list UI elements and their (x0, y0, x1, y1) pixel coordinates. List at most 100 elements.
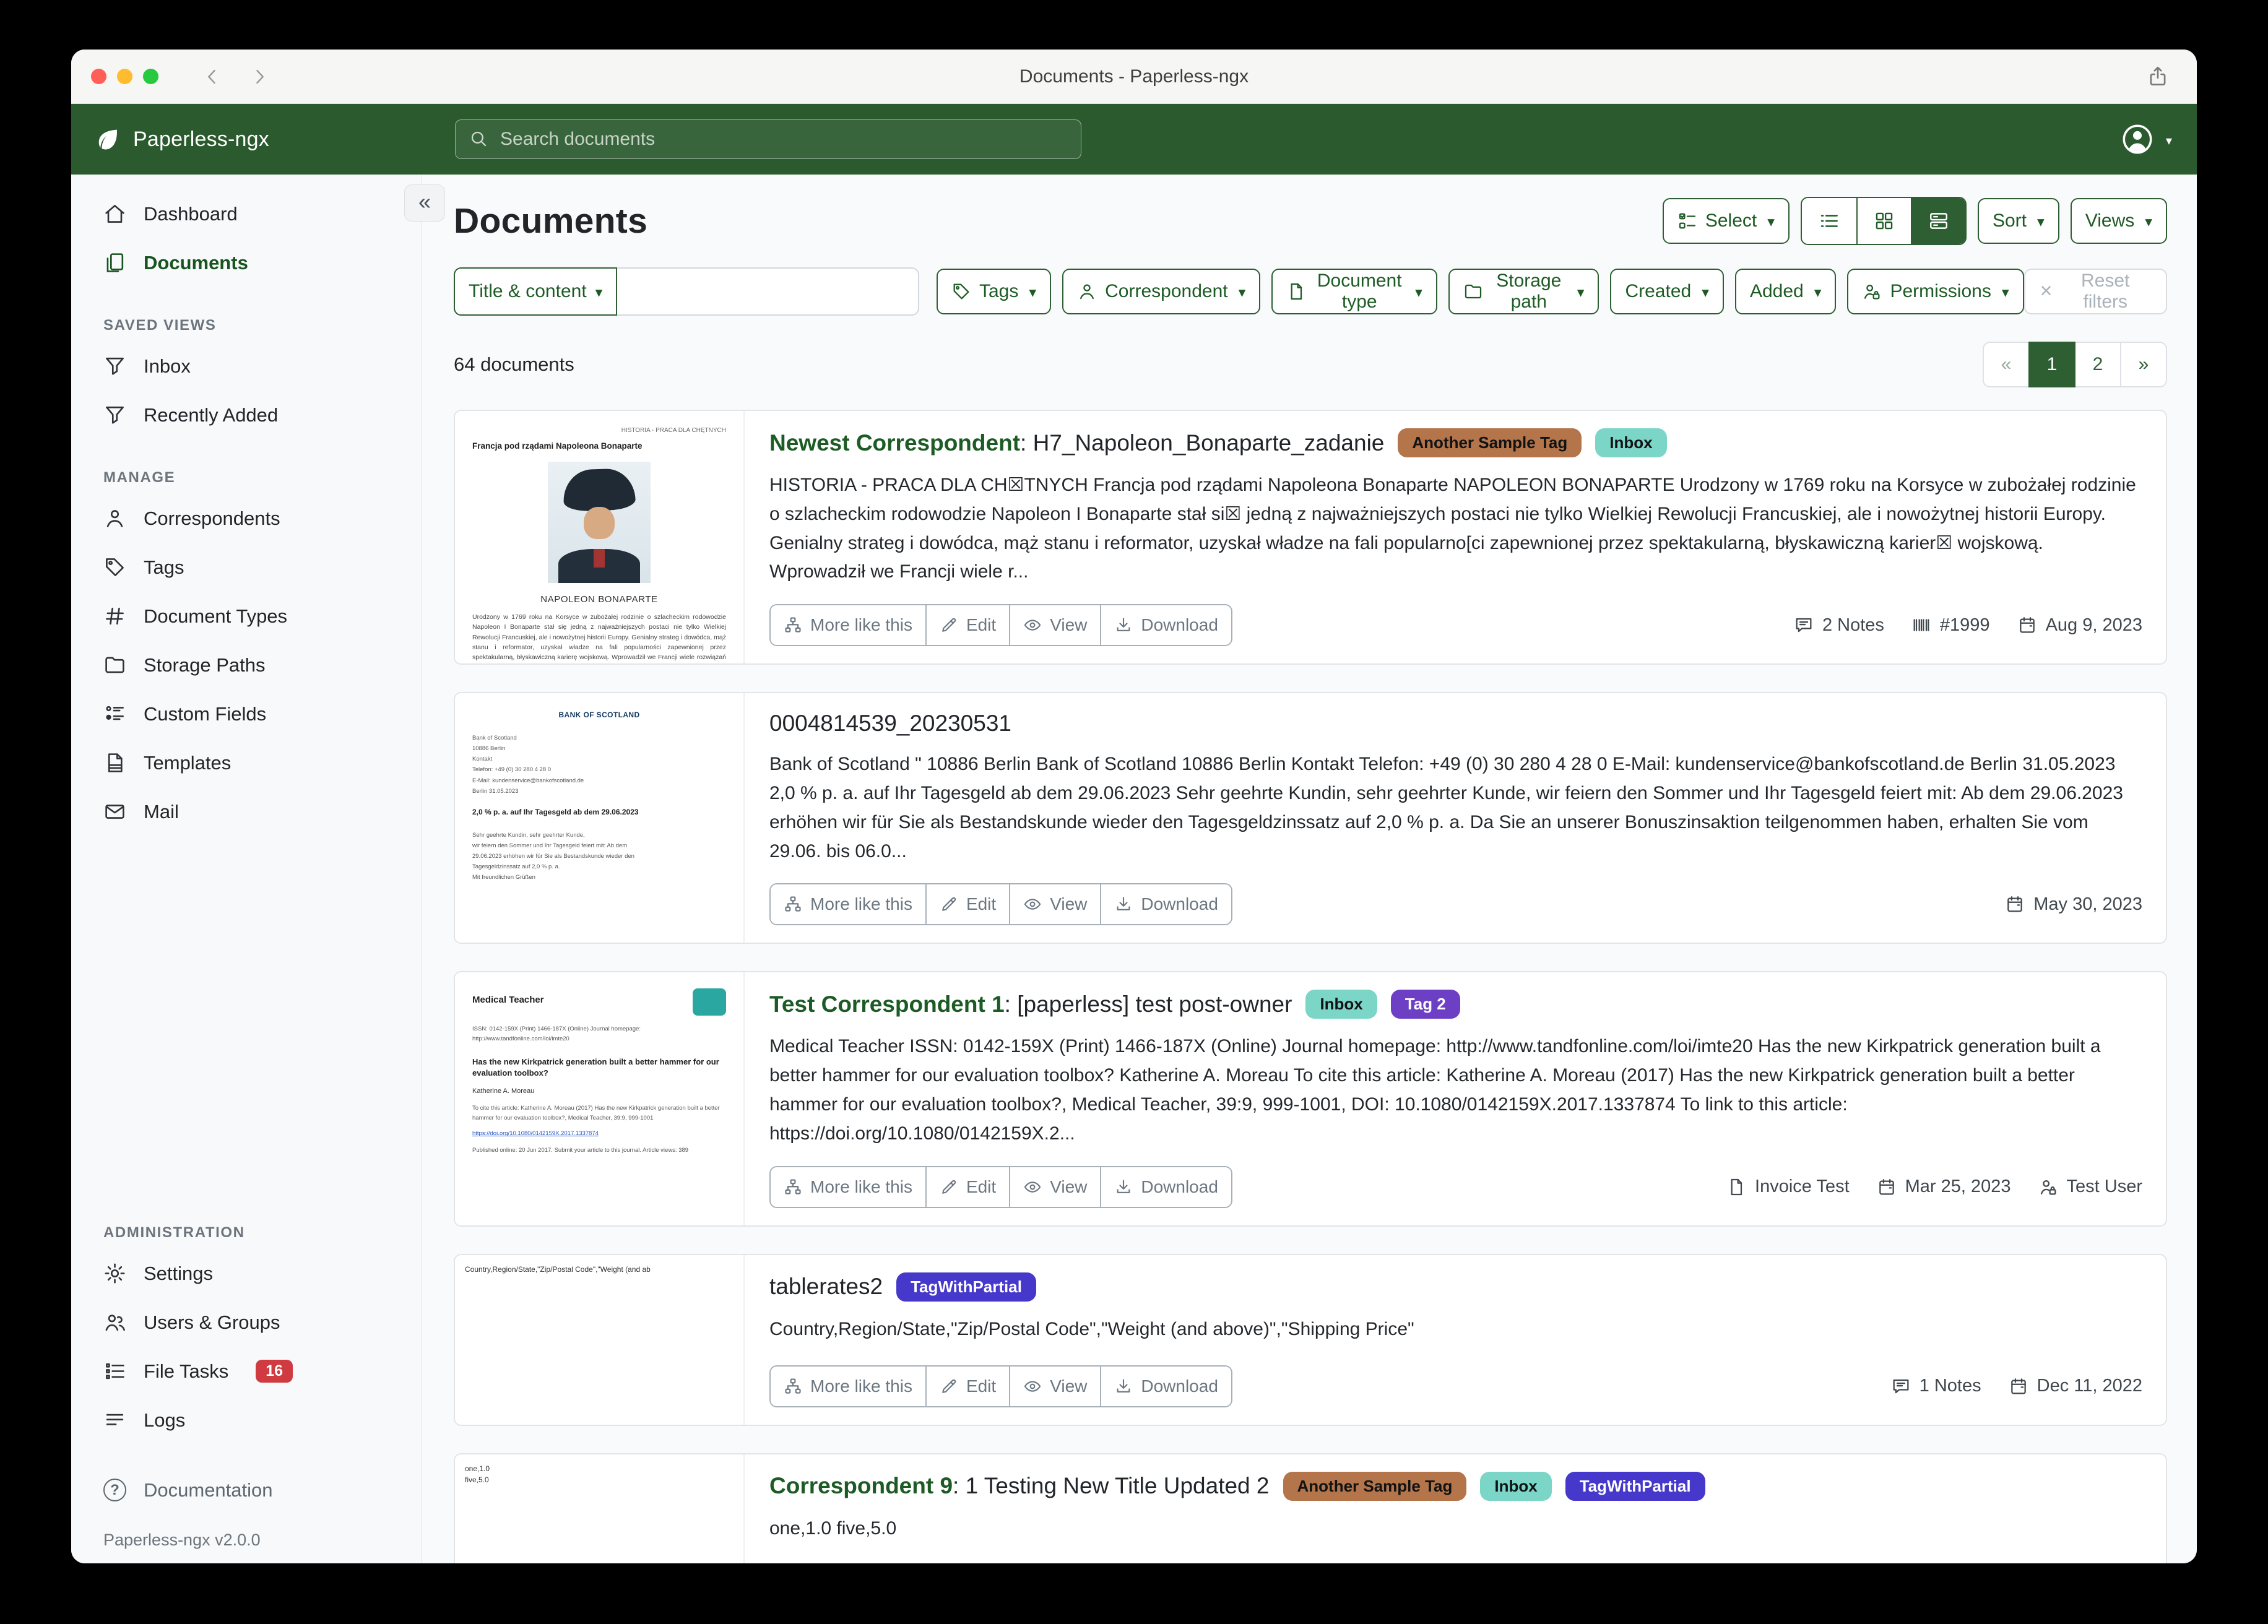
sidebar-item-documents[interactable]: Documents (71, 238, 421, 287)
filter-created-button[interactable]: Created (1610, 269, 1723, 314)
logs-icon (103, 1409, 126, 1432)
filter-added-button[interactable]: Added (1735, 269, 1837, 314)
download-button[interactable]: Download (1100, 1367, 1231, 1406)
search-icon (469, 129, 488, 149)
note-icon (1891, 1376, 1911, 1396)
document-actions: More like thisEditViewDownload (769, 604, 1232, 646)
title-content-input[interactable] (617, 267, 919, 316)
owner[interactable]: Test User (2038, 1177, 2142, 1197)
document-title[interactable]: 0004814539_20230531 (769, 710, 1011, 736)
share-icon[interactable] (2146, 65, 2170, 89)
zoom-window-button[interactable] (143, 69, 158, 84)
edit-button[interactable]: Edit (925, 1167, 1009, 1207)
view-button[interactable]: View (1009, 605, 1100, 645)
document-title[interactable]: tablerates2 (769, 1274, 883, 1300)
views-button[interactable]: Views (2071, 198, 2167, 244)
view-button[interactable]: View (1009, 1167, 1100, 1207)
sidebar-item-tags[interactable]: Tags (71, 543, 421, 592)
filter-document-type-button[interactable]: Document type (1271, 269, 1437, 314)
document-thumbnail[interactable]: HISTORIA - PRACA DLA CHĘTNYCHFrancja pod… (455, 411, 745, 663)
document-title[interactable]: Newest Correspondent: H7_Napoleon_Bonapa… (769, 430, 1384, 456)
sidebar-collapse-button[interactable] (404, 184, 445, 222)
document-title[interactable]: Test Correspondent 1: [paperless] test p… (769, 991, 1292, 1017)
document-thumbnail[interactable]: BANK OF SCOTLANDBank of Scotland10886 Be… (455, 693, 745, 943)
action-label: Edit (966, 1177, 996, 1197)
back-icon[interactable] (202, 66, 223, 87)
document-tag[interactable]: TagWithPartial (896, 1272, 1036, 1302)
asn[interactable]: #1999 (1911, 615, 1990, 636)
asn-label: #1999 (1940, 615, 1990, 636)
download-button[interactable]: Download (1100, 1167, 1231, 1207)
sidebar-item-dashboard[interactable]: Dashboard (71, 189, 421, 238)
view-list-button[interactable] (1802, 198, 1856, 244)
sidebar-item-mail[interactable]: Mail (71, 787, 421, 836)
sidebar-item-templates[interactable]: Templates (71, 738, 421, 787)
minimize-window-button[interactable] (117, 69, 132, 84)
document-thumbnail[interactable]: one,1.0five,5.0 (455, 1454, 745, 1563)
last-page-button[interactable]: » (2120, 342, 2167, 387)
reset-filters-button[interactable]: Reset filters (2024, 269, 2167, 314)
sidebar-item-storage-paths[interactable]: Storage Paths (71, 641, 421, 689)
document-tag[interactable]: Tag 2 (1391, 990, 1460, 1019)
sidebar-item-file-tasks[interactable]: File Tasks16 (71, 1347, 421, 1396)
view-grid-button[interactable] (1856, 198, 1911, 244)
documentation-link[interactable]: ? Documentation (71, 1466, 421, 1514)
user-menu[interactable] (2120, 122, 2172, 157)
edit-button[interactable]: Edit (925, 1367, 1009, 1406)
sidebar-item-inbox[interactable]: Inbox (71, 342, 421, 391)
document-tag[interactable]: Inbox (1305, 990, 1377, 1019)
document-tag[interactable]: Inbox (1595, 428, 1666, 457)
select-button[interactable]: Select (1663, 198, 1790, 244)
sidebar-item-settings[interactable]: Settings (71, 1249, 421, 1298)
document-tag[interactable]: Another Sample Tag (1398, 428, 1582, 457)
document-thumbnail[interactable]: Medical TeacherISSN: 0142-159X (Print) 1… (455, 972, 745, 1225)
filter-correspondent-button[interactable]: Correspondent (1062, 269, 1260, 314)
view-button[interactable]: View (1009, 1367, 1100, 1406)
sidebar-item-logs[interactable]: Logs (71, 1396, 421, 1445)
note-icon (1794, 615, 1814, 635)
created-date[interactable]: Mar 25, 2023 (1877, 1177, 2011, 1197)
document-tag[interactable]: Inbox (1480, 1472, 1551, 1501)
sidebar-item-correspondents[interactable]: Correspondents (71, 494, 421, 543)
page-2-button[interactable]: 2 (2074, 342, 2121, 387)
document-thumbnail[interactable]: Country,Region/State,"Zip/Postal Code","… (455, 1255, 745, 1425)
notes-count[interactable]: 1 Notes (1891, 1376, 1981, 1396)
sidebar-section-heading: MANAGE (103, 469, 421, 486)
download-button[interactable]: Download (1100, 884, 1231, 924)
sidebar-item-custom-fields[interactable]: Custom Fields (71, 689, 421, 738)
view-detail-button[interactable] (1911, 198, 1965, 244)
page-1-button[interactable]: 1 (2028, 342, 2075, 387)
app-logo[interactable]: Paperless-ngx (95, 126, 269, 152)
document-tag[interactable]: Another Sample Tag (1283, 1472, 1467, 1501)
document-tag[interactable]: TagWithPartial (1565, 1472, 1705, 1501)
created-date[interactable]: Dec 11, 2022 (2009, 1376, 2142, 1396)
more-like-this-button[interactable]: More like this (771, 1167, 925, 1207)
download-button[interactable]: Download (1100, 605, 1231, 645)
more-like-this-button[interactable]: More like this (771, 884, 925, 924)
edit-button[interactable]: Edit (925, 884, 1009, 924)
caret-down-icon (1699, 281, 1709, 302)
view-button[interactable]: View (1009, 884, 1100, 924)
created-date[interactable]: Aug 9, 2023 (2017, 615, 2142, 636)
sidebar-item-users-groups[interactable]: Users & Groups (71, 1298, 421, 1347)
first-page-button[interactable]: « (1983, 342, 2030, 387)
title-content-dropdown[interactable]: Title & content (454, 267, 617, 316)
more-like-this-button[interactable]: More like this (771, 605, 925, 645)
edit-button[interactable]: Edit (925, 605, 1009, 645)
more-like-this-button[interactable]: More like this (771, 1367, 925, 1406)
created-date[interactable]: May 30, 2023 (2005, 894, 2142, 915)
filter-tags-button[interactable]: Tags (937, 269, 1051, 314)
close-window-button[interactable] (91, 69, 106, 84)
notes-count[interactable]: 2 Notes (1794, 615, 1884, 636)
filter-storage-path-button[interactable]: Storage path (1448, 269, 1599, 314)
document-type[interactable]: Invoice Test (1726, 1177, 1850, 1197)
search-input[interactable] (455, 119, 1081, 159)
sidebar-item-recently-added[interactable]: Recently Added (71, 391, 421, 439)
sort-button[interactable]: Sort (1978, 198, 2059, 244)
filter-permissions-button[interactable]: Permissions (1847, 269, 2023, 314)
funnel-icon (103, 404, 126, 426)
caret-down-icon (593, 281, 603, 302)
document-title[interactable]: Correspondent 9: 1 Testing New Title Upd… (769, 1473, 1270, 1499)
sidebar-item-document-types[interactable]: Document Types (71, 592, 421, 641)
forward-icon[interactable] (249, 66, 270, 87)
